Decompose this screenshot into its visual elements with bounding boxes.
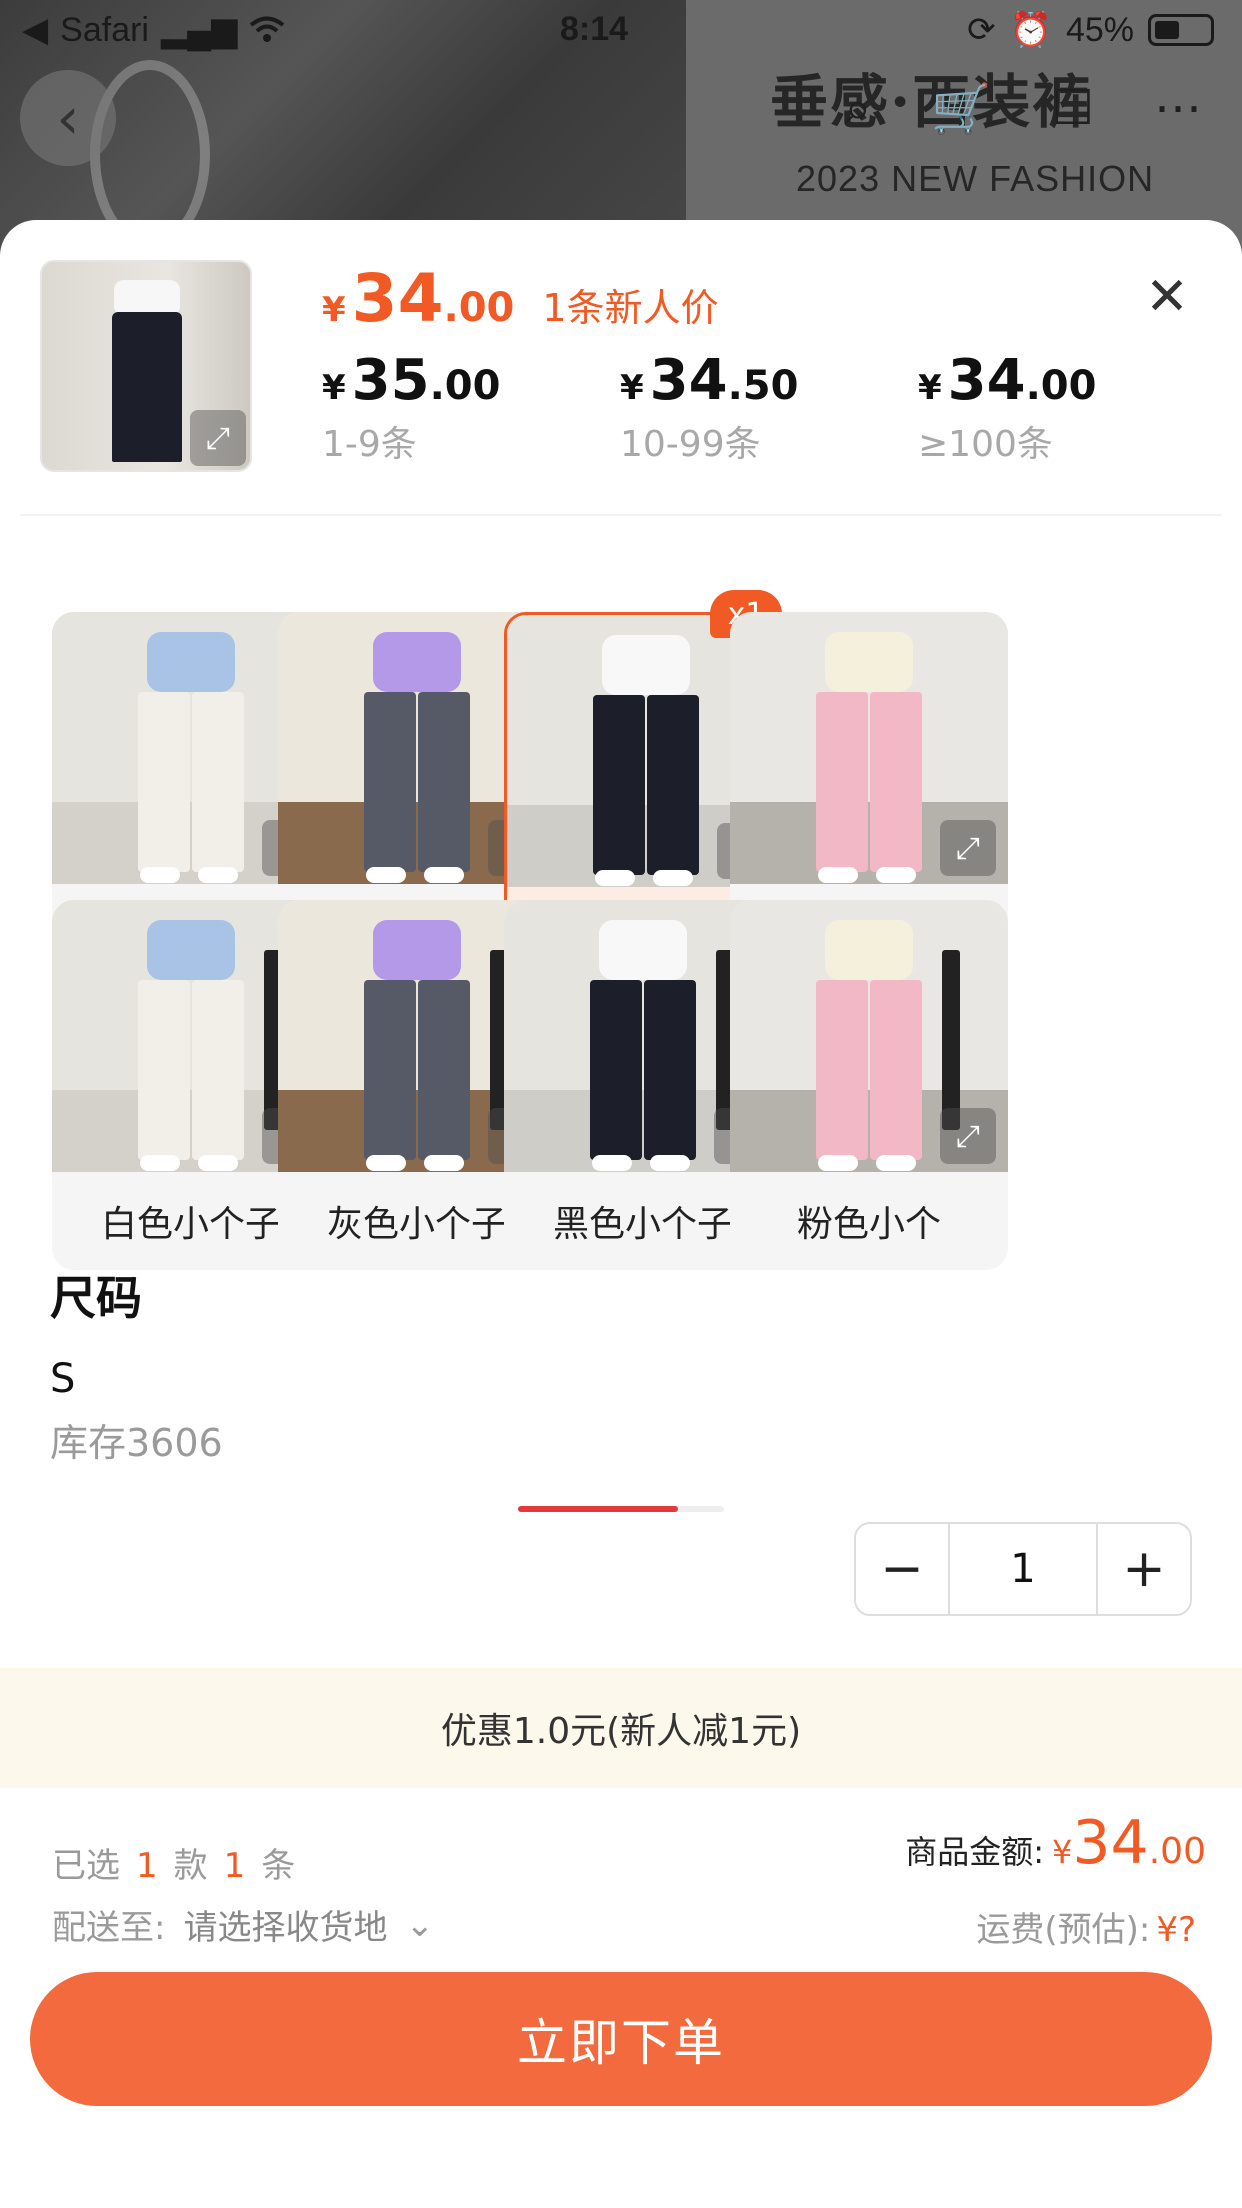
close-icon[interactable]: ✕ <box>1142 271 1192 323</box>
search-icon[interactable]: ⌕ <box>844 80 871 137</box>
expand-icon[interactable]: ⤢ <box>940 1108 996 1164</box>
goods-amount: 商品金额: ¥ 34 .00 <box>905 1808 1206 1878</box>
wifi-icon <box>250 16 285 42</box>
carrier-label: Safari <box>60 10 149 49</box>
minus-icon: − <box>880 1539 924 1599</box>
color-option[interactable]: ⤢ 粉色小个 <box>730 900 1008 1270</box>
ship-label: 配送至: <box>52 1908 166 1948</box>
shipping-fee: 运费(预估): ¥? <box>976 1910 1196 1950</box>
stock-count: 库存3606 <box>50 1421 223 1465</box>
selection-summary: 已选 1 款 1 条 <box>52 1846 296 1886</box>
back-button[interactable]: ‹ <box>20 70 116 166</box>
signal-icon: ▂▄▆ <box>160 11 238 49</box>
tier-range: 10-99条 <box>620 424 761 465</box>
address-picker[interactable]: 请选择收货地 <box>183 1900 387 1949</box>
selected-item-count: 1 <box>223 1846 246 1886</box>
price-decimal: .00 <box>443 285 515 331</box>
page-toolbar: ⌕ 🛒 ☐ ⋯ <box>844 80 1202 137</box>
increase-button[interactable]: + <box>1098 1524 1190 1614</box>
share-icon[interactable]: ☐ <box>1051 80 1094 137</box>
more-icon[interactable]: ⋯ <box>1154 80 1202 137</box>
color-option-label: 粉色小个 <box>796 1204 941 1245</box>
new-user-price-tag: 1条新人价 <box>542 286 719 330</box>
quantity-stepper: − 1 + <box>854 1522 1192 1616</box>
scroll-indicator <box>518 1506 678 1512</box>
alarm-icon: ⏰ <box>1009 11 1052 49</box>
decrease-button[interactable]: − <box>856 1524 948 1614</box>
price-tier-3: ¥34.00 ≥100条 <box>918 348 1097 465</box>
color-options-panel: ⤢白色⤢灰色⤢黑色x1⤢粉色⤢白色小个子⤢灰色小个子⤢黑色小个子⤢粉色小个 <box>20 514 1222 1664</box>
place-order-button[interactable]: 立即下单 <box>30 1972 1212 2106</box>
size-section-title: 尺码 <box>50 1271 142 1325</box>
price-integer: 34 <box>351 260 444 337</box>
battery-icon <box>1148 14 1214 46</box>
current-price: ¥ 34 .00 1条新人价 <box>322 260 719 337</box>
price-tier-2: ¥34.50 10-99条 <box>620 348 799 465</box>
tier-range: 1-9条 <box>322 424 417 465</box>
expand-icon[interactable]: ⤢ <box>190 410 246 466</box>
discount-banner: 优惠1.0元(新人减1元) <box>0 1668 1242 1788</box>
selected-style-count: 1 <box>136 1846 158 1886</box>
size-option-name: S <box>50 1356 76 1402</box>
clock: 8:14 <box>560 10 629 48</box>
background-banner-subtitle: 2023 NEW FASHION <box>796 158 1155 199</box>
rotation-lock-icon: ⟳ <box>967 11 996 49</box>
chevron-down-icon: ⌄ <box>405 1904 434 1945</box>
quantity-input[interactable]: 1 <box>948 1524 1098 1614</box>
price-tier-1: ¥35.00 1-9条 <box>322 348 501 465</box>
selected-sku-thumbnail[interactable]: ⤢ <box>40 260 252 472</box>
chevron-left-icon: ‹ <box>56 84 80 152</box>
tier-range: ≥100条 <box>918 424 1053 465</box>
shipping-destination[interactable]: 配送至: 请选择收货地 ⌄ <box>52 1900 434 1949</box>
plus-icon: + <box>1122 1539 1166 1599</box>
status-bar: ◀ Safari ▂▄▆ 8:14 ⟳ ⏰ 45% <box>0 0 1242 62</box>
expand-icon[interactable]: ⤢ <box>940 820 996 876</box>
battery-percent: 45% <box>1065 10 1134 49</box>
back-to-app-icon: ◀ <box>22 11 49 49</box>
currency-symbol: ¥ <box>322 290 346 330</box>
cart-icon[interactable]: 🛒 <box>931 80 991 137</box>
sku-selector-sheet: ⤢ ¥ 34 .00 1条新人价 ¥35.00 1-9条 ¥34.50 10-9… <box>0 220 1242 2208</box>
